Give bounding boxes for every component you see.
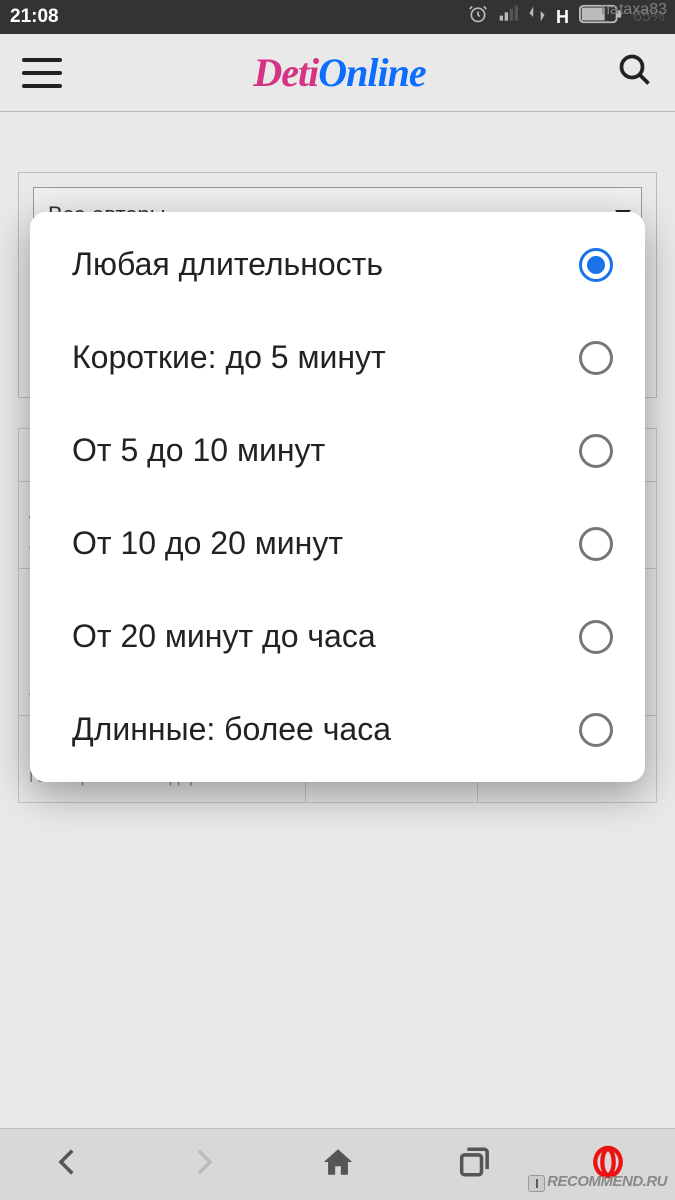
duration-option[interactable]: Любая длительность [30, 218, 645, 311]
duration-dialog: Любая длительность Короткие: до 5 минут … [30, 212, 645, 782]
option-label: От 20 минут до часа [72, 618, 376, 655]
search-button[interactable] [617, 52, 653, 93]
forward-button[interactable] [186, 1145, 220, 1184]
duration-option[interactable]: От 20 минут до часа [30, 590, 645, 683]
logo-part-online: Online [318, 50, 425, 95]
option-label: Любая длительность [72, 246, 383, 283]
alarm-icon [468, 4, 488, 30]
duration-option[interactable]: От 5 до 10 минут [30, 404, 645, 497]
option-label: От 10 до 20 минут [72, 525, 343, 562]
radio-icon [579, 713, 613, 747]
duration-option[interactable]: Длинные: более часа [30, 683, 645, 776]
app-header: DetiOnline [0, 34, 675, 112]
network-type: H [556, 7, 569, 28]
radio-icon [579, 434, 613, 468]
option-label: Длинные: более часа [72, 711, 391, 748]
duration-option[interactable]: От 10 до 20 минут [30, 497, 645, 590]
watermark: IRECOMMEND.RU [528, 1173, 667, 1192]
back-button[interactable] [51, 1145, 85, 1184]
radio-icon [579, 341, 613, 375]
option-label: Короткие: до 5 минут [72, 339, 386, 376]
status-time: 21:08 [10, 6, 59, 28]
radio-icon [579, 248, 613, 282]
duration-option[interactable]: Короткие: до 5 минут [30, 311, 645, 404]
option-label: От 5 до 10 минут [72, 432, 325, 469]
menu-button[interactable] [22, 58, 62, 88]
site-logo[interactable]: DetiOnline [253, 49, 425, 96]
home-button[interactable] [321, 1145, 355, 1184]
signal-icon [498, 4, 518, 30]
data-icon [528, 5, 546, 29]
android-statusbar: 21:08 H 65% [0, 0, 675, 34]
watermark-prefix: I [528, 1175, 545, 1192]
radio-icon [579, 527, 613, 561]
radio-icon [579, 620, 613, 654]
overlay-username: nataxa83 [601, 1, 667, 19]
watermark-text: RECOMMEND.RU [547, 1173, 667, 1190]
tabs-button[interactable] [456, 1145, 490, 1184]
logo-part-deti: Deti [253, 50, 318, 95]
